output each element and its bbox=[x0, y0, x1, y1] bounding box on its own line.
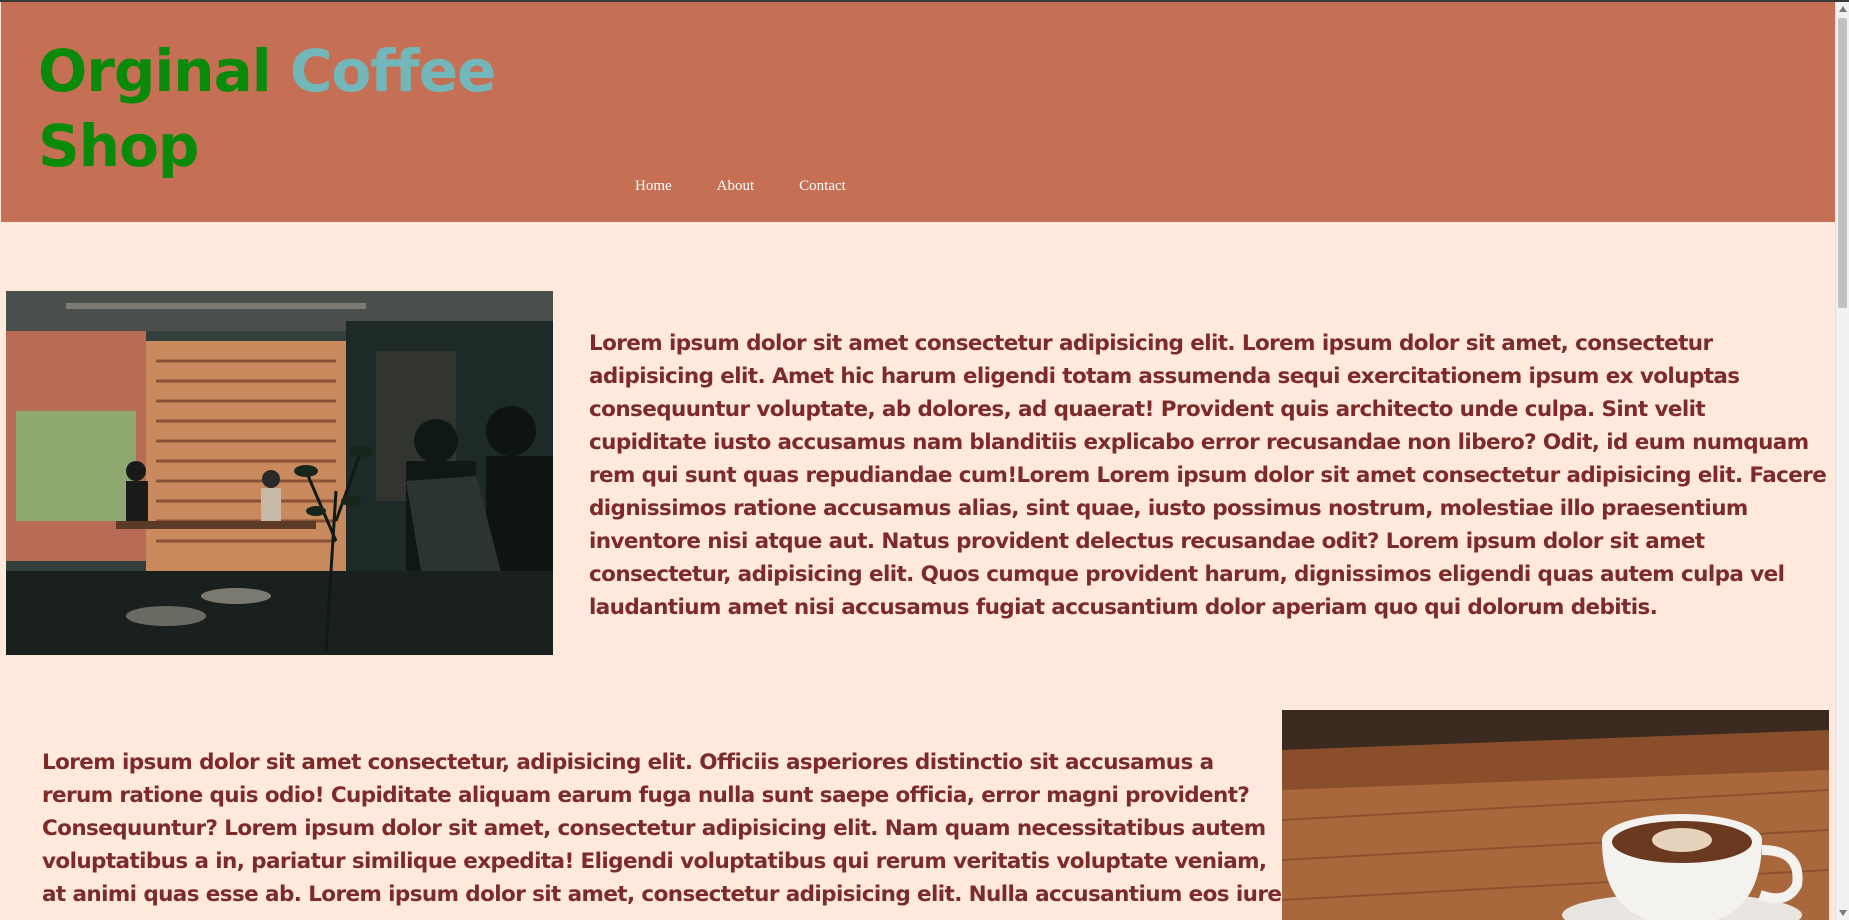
scroll-up-arrow-icon[interactable] bbox=[1836, 2, 1849, 16]
nav-link-about[interactable]: About bbox=[717, 178, 755, 195]
coffee-cup-image bbox=[1282, 710, 1829, 920]
site-header: Orginal Coffee Shop Home About Contact bbox=[1, 2, 1835, 222]
main-nav: Home About Contact bbox=[635, 178, 846, 195]
coffee-cup-illustration bbox=[1282, 710, 1829, 920]
logo-word-orginal: Orginal bbox=[38, 37, 272, 105]
logo-word-coffee: Coffee bbox=[289, 37, 497, 105]
section-2-text: Lorem ipsum dolor sit amet consectetur, … bbox=[42, 750, 1282, 907]
cafe-interior-image bbox=[6, 291, 553, 655]
section-1-text: Lorem ipsum dolor sit amet consectetur a… bbox=[589, 331, 1827, 620]
logo-word-shop: Shop bbox=[38, 112, 199, 180]
nav-link-home[interactable]: Home bbox=[635, 178, 672, 195]
page-scrollbar[interactable] bbox=[1835, 2, 1849, 920]
scroll-down-arrow-icon[interactable] bbox=[1836, 906, 1849, 920]
cafe-interior-illustration bbox=[6, 291, 553, 655]
scroll-thumb[interactable] bbox=[1838, 18, 1847, 308]
nav-link-contact[interactable]: Contact bbox=[799, 178, 846, 195]
site-logo[interactable]: Orginal Coffee Shop bbox=[38, 34, 497, 184]
